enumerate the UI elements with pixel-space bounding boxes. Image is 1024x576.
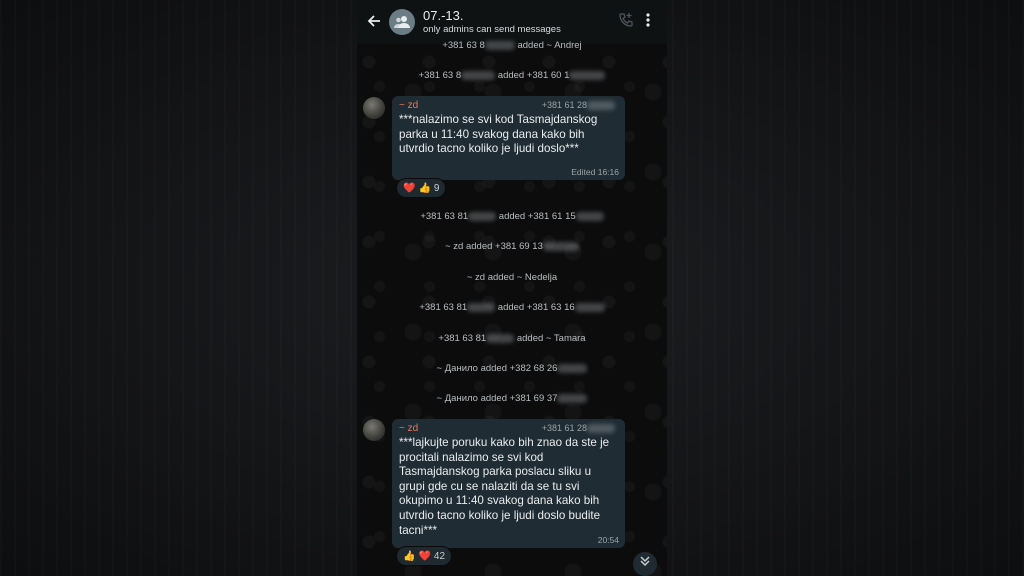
system-message: ~ Данило added +381 69 37	[357, 393, 667, 405]
reaction-count: 42	[433, 550, 446, 562]
system-message: +381 63 81 added +381 61 15	[357, 211, 667, 223]
group-avatar[interactable]	[389, 9, 415, 35]
chat-title: 07.-13.	[423, 8, 464, 23]
sender-name[interactable]: ~ zd	[399, 100, 418, 111]
system-message: +381 63 81 added ~ Tamara	[438, 333, 586, 344]
reactions-pill[interactable]: 👍 ❤️ 42	[396, 546, 453, 566]
message-timestamp: Edited 16:16	[571, 167, 619, 177]
avatar[interactable]	[363, 97, 385, 119]
message-text: ***nalazimo se svi kod Tasmajdanskog par…	[399, 113, 601, 156]
group-people-icon	[394, 16, 410, 28]
system-message: +381 63 8 added +381 60 1	[357, 70, 667, 82]
system-message: ~ zd added ~ Nedelja	[466, 272, 558, 283]
system-message: ~ zd added +381 69 13	[357, 241, 667, 253]
message-text: ***lajkujte poruku kako bih znao da ste …	[399, 436, 613, 537]
chat-header: 07.-13. only admins can send messages	[357, 0, 667, 44]
arrow-left-icon[interactable]	[363, 12, 385, 33]
more-vert-icon[interactable]	[637, 12, 659, 33]
heart-emoji: ❤️	[418, 550, 431, 562]
avatar[interactable]	[363, 419, 385, 441]
message-timestamp: 20:54	[597, 535, 619, 545]
system-message: ~ Данило added +382 68 26	[357, 363, 667, 375]
reactions-pill[interactable]: ❤️ 👍 9	[396, 178, 447, 198]
redacted-number	[484, 40, 515, 50]
sender-name[interactable]: ~ zd	[399, 423, 418, 434]
system-message: +381 63 8 added ~ Andrej	[442, 40, 582, 51]
system-message: +381 63 81 added +381 63 16	[357, 302, 667, 314]
redacted-number	[569, 70, 606, 80]
reaction-count: 9	[433, 182, 440, 194]
redacted-number	[461, 70, 496, 80]
thumbs-up-emoji: 👍	[403, 550, 416, 562]
whatsapp-screen: 07.-13. only admins can send messages +3…	[357, 0, 667, 576]
thumbs-up-emoji: 👍	[418, 182, 431, 194]
scroll-down-button[interactable]	[633, 552, 657, 576]
chat-subtitle: only admins can send messages	[423, 24, 561, 35]
heart-emoji: ❤️	[403, 182, 416, 194]
add-call-icon[interactable]	[615, 12, 637, 33]
chat-title-block[interactable]: 07.-13. only admins can send messages	[423, 8, 615, 36]
message-bubble[interactable]: ~ zd +381 61 28 ***lajkujte poruku kako …	[392, 419, 625, 548]
sender-phone: +381 61 28	[542, 100, 615, 111]
sender-phone: +381 61 28	[542, 423, 615, 434]
message-bubble[interactable]: ~ zd +381 61 28 ***nalazimo se svi kod T…	[392, 96, 625, 180]
chevrons-down-icon	[640, 556, 650, 567]
